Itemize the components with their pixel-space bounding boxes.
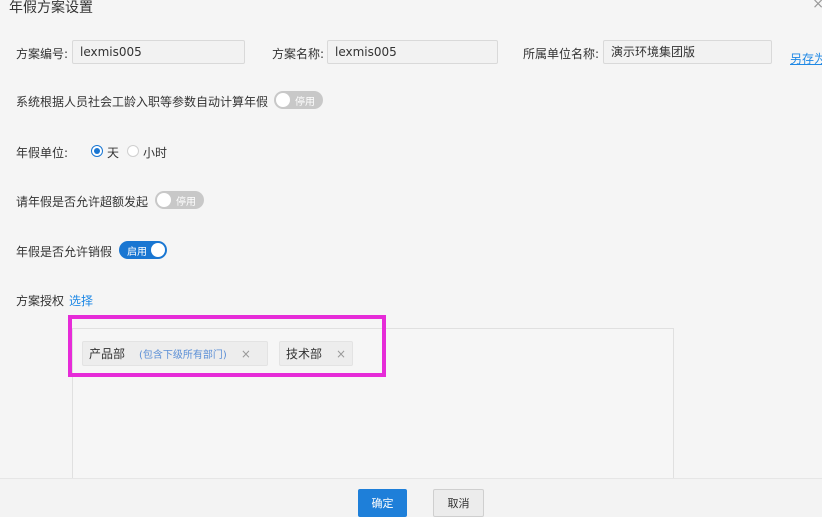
over-quota-label: 请年假是否允许超额发起 <box>16 195 149 209</box>
radio-hour[interactable] <box>127 145 139 157</box>
toggle-knob <box>157 193 171 207</box>
save-as-link[interactable]: 另存为 <box>790 50 822 67</box>
toggle-knob <box>276 93 290 107</box>
close-icon[interactable]: × <box>812 0 822 12</box>
toggle-text: 停用 <box>295 96 315 108</box>
toggle-text: 启用 <box>127 246 147 258</box>
leave-unit-label: 年假单位: <box>16 146 69 160</box>
allow-cancel-label: 年假是否允许销假 <box>16 245 113 259</box>
highlight-box <box>68 315 386 377</box>
cancel-button[interactable]: 取消 <box>433 489 484 517</box>
select-link[interactable]: 选择 <box>69 292 93 309</box>
dialog-title: 年假方案设置 <box>9 0 93 16</box>
scheme-name-label: 方案名称: <box>272 47 325 61</box>
radio-day-label[interactable]: 天 <box>107 144 119 161</box>
dialog-footer <box>0 478 822 517</box>
scheme-code-label: 方案编号: <box>16 47 69 61</box>
unit-name-field[interactable]: 演示环境集团版 <box>603 40 772 64</box>
authorization-label: 方案授权 <box>16 294 65 308</box>
radio-day[interactable] <box>91 145 103 157</box>
auto-calc-toggle[interactable]: 停用 <box>274 91 323 109</box>
confirm-button[interactable]: 确定 <box>358 489 407 517</box>
unit-name-label: 所属单位名称: <box>523 47 600 61</box>
scheme-name-field[interactable]: lexmis005 <box>327 40 498 64</box>
toggle-knob <box>151 243 165 257</box>
radio-hour-label[interactable]: 小时 <box>143 144 167 161</box>
allow-cancel-toggle[interactable]: 启用 <box>119 241 167 259</box>
auto-calc-label: 系统根据人员社会工龄入职等参数自动计算年假 <box>16 95 269 109</box>
over-quota-toggle[interactable]: 停用 <box>155 191 204 209</box>
scheme-code-field[interactable]: lexmis005 <box>72 40 245 64</box>
toggle-text: 停用 <box>176 196 196 208</box>
